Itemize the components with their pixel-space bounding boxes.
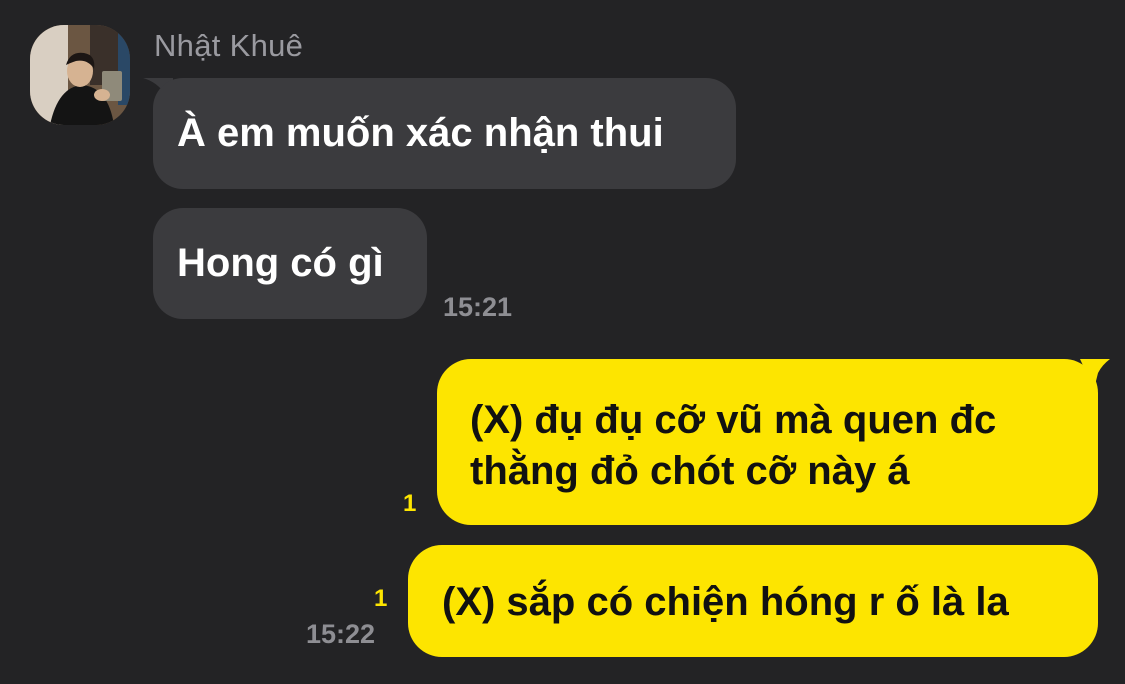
sender-name[interactable]: Nhật Khuê [154,28,303,64]
outgoing-message-bubble[interactable]: (X) sắp có chiện hóng r ố là la [408,545,1098,657]
unread-count-badge: 1 [403,490,417,517]
message-text-line: thằng đỏ chót cỡ này á [470,449,910,493]
message-text-line: (X) đụ đụ cỡ vũ mà quen đc [470,398,997,442]
message-timestamp: 15:21 [443,292,513,322]
message-text: Hong có gì [177,241,384,285]
unread-count-badge: 1 [374,585,388,612]
message-text: À em muốn xác nhận thui [177,111,664,155]
sender-avatar[interactable] [30,25,130,125]
incoming-message-bubble[interactable]: À em muốn xác nhận thui [153,78,736,189]
message-text: (X) sắp có chiện hóng r ố là la [442,580,1009,624]
outgoing-message-bubble[interactable]: (X) đụ đụ cỡ vũ mà quen đc thằng đỏ chót… [437,359,1098,525]
message-timestamp: 15:22 [306,619,376,649]
incoming-message-bubble[interactable]: Hong có gì [153,208,427,319]
profile-photo-icon [30,25,130,125]
